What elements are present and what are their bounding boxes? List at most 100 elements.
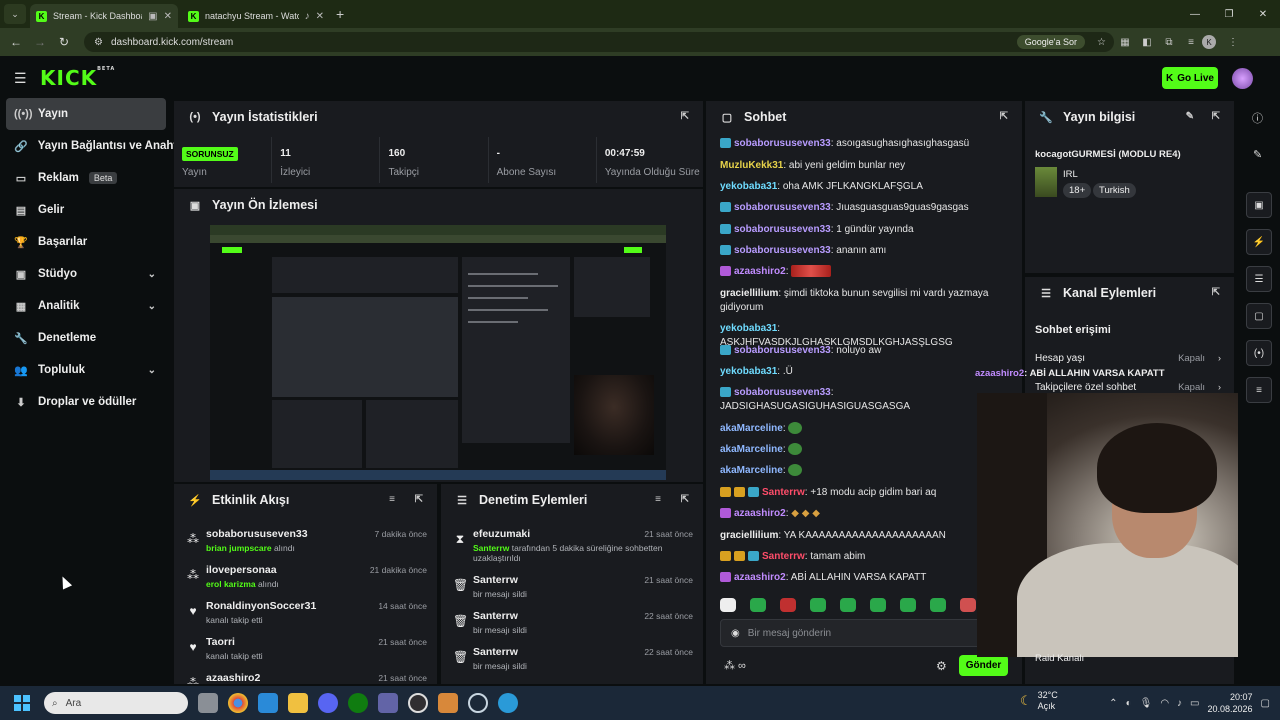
wifi-icon[interactable]: ◠ (1160, 698, 1169, 709)
sidebar-item-ads[interactable]: ▭ Reklam Beta (0, 162, 172, 194)
google-ask-button[interactable]: Google'a Sor (1016, 35, 1086, 49)
rail-chat-icon[interactable]: ▢ (1246, 303, 1272, 329)
popout-icon[interactable]: ⇱ (681, 111, 689, 122)
app-icon-3[interactable] (498, 693, 518, 713)
minimize-icon[interactable]: — (1178, 0, 1212, 28)
popout-icon[interactable]: ⇱ (1212, 287, 1220, 298)
account-age-row[interactable]: Hesap yaşı Kapalı › (1035, 353, 1221, 364)
emote-icon[interactable] (780, 598, 796, 612)
tab-audio-icon[interactable]: ♪ (305, 11, 310, 22)
chat-users-icon[interactable]: ⁂ ∞ (724, 659, 746, 672)
user-avatar[interactable] (1232, 68, 1253, 89)
weather-widget[interactable]: ☾ 32°C Açık (1020, 690, 1058, 712)
rail-broadcast-icon[interactable]: (•) (1246, 340, 1272, 366)
emote-icon[interactable] (750, 598, 766, 612)
emote-icon[interactable] (870, 598, 886, 612)
address-bar[interactable]: ⚙ dashboard.kick.com/stream Google'a Sor… (84, 32, 1114, 52)
xbox-icon[interactable] (348, 693, 368, 713)
rail-preview-icon[interactable]: ▣ (1246, 192, 1272, 218)
popout-icon[interactable]: ⇱ (415, 494, 423, 505)
profile-avatar[interactable]: K (1202, 35, 1216, 49)
chat-settings-gear-icon[interactable]: ⚙ (936, 659, 947, 673)
emoji-picker-icon[interactable]: ◉ (731, 628, 740, 639)
popout-icon[interactable]: ⇱ (1212, 111, 1220, 122)
sidebar-item-stream-key[interactable]: 🔗 Yayın Bağlantısı ve Anahtarı (0, 130, 191, 162)
category-thumbnail[interactable] (1035, 167, 1057, 197)
tab-search-icon[interactable]: ⌄ (4, 4, 26, 24)
bookmark-star-icon[interactable]: ☆ (1097, 37, 1106, 48)
media-icon[interactable]: ≡ (1180, 37, 1202, 48)
edit-pencil-icon[interactable]: ✎ (1253, 148, 1262, 161)
task-view-icon[interactable] (198, 693, 218, 713)
emote-icon[interactable] (720, 598, 736, 612)
browser-tab-dashboard[interactable]: K Stream - Kick Dashboard ▣ ✕ (30, 4, 178, 28)
emote-icon[interactable] (900, 598, 916, 612)
notification-icon[interactable]: ▢ (1261, 698, 1270, 709)
battery-icon[interactable]: ▭ (1190, 698, 1199, 709)
browser-tab-watch[interactable]: K natachyu Stream - Watch Li ♪ ✕ (182, 4, 330, 28)
sidebar-item-analytics[interactable]: ▦ Analitik ⌄ (0, 290, 172, 322)
emote-icon[interactable] (960, 598, 976, 612)
hamburger-menu-icon[interactable]: ☰ (14, 70, 27, 87)
volume-icon[interactable]: ♪ (1177, 698, 1182, 709)
discord-icon[interactable] (318, 693, 338, 713)
close-window-icon[interactable]: ✕ (1246, 0, 1280, 28)
edit-pencil-icon[interactable]: ✎ (1186, 111, 1194, 122)
tab-close-icon[interactable]: ✕ (316, 11, 324, 22)
chat-message-list[interactable]: sobaborususeven33: asoıgasughasıghasıgha… (706, 101, 1022, 591)
more-menu-icon[interactable]: ⋮ (1222, 37, 1244, 48)
emote-icon[interactable] (810, 598, 826, 612)
emote-icon: ◆ ◆ ◆ (791, 508, 820, 519)
sidebar-item-community[interactable]: 👥 Topluluk ⌄ (0, 354, 172, 386)
sidebar-item-achievements[interactable]: 🏆 Başarılar (0, 226, 172, 258)
extension-icon-2[interactable]: ◧ (1136, 37, 1158, 48)
extension-icon[interactable]: ▦ (1114, 37, 1136, 48)
chrome-icon[interactable] (228, 693, 248, 713)
tray-app-icon[interactable]: ◐ (1126, 698, 1132, 709)
sidebar-item-revenue[interactable]: ▤ Gelir (0, 194, 172, 226)
clock[interactable]: 20:07 20.08.2026 (1208, 691, 1253, 715)
popout-icon[interactable]: ⇱ (681, 494, 689, 505)
teams-icon[interactable] (378, 693, 398, 713)
preview-webcam (574, 375, 654, 455)
forward-icon[interactable]: → (28, 35, 52, 49)
sidebar-item-studio[interactable]: ▣ Stüdyo ⌄ (0, 258, 172, 290)
filter-icon[interactable]: ≡ (389, 494, 395, 505)
chat-input[interactable]: ◉ Bir mesaj gönderin (720, 619, 1010, 647)
tray-chevron-up-icon[interactable]: ⌃ (1109, 698, 1117, 709)
app-icon-2[interactable] (438, 693, 458, 713)
stream-preview-video[interactable] (210, 225, 666, 480)
kick-logo[interactable]: KICKBETA (40, 66, 115, 90)
restore-icon[interactable]: ❐ (1212, 0, 1246, 28)
rail-list-icon[interactable]: ☰ (1246, 266, 1272, 292)
steam-icon[interactable] (468, 693, 488, 713)
extensions-puzzle-icon[interactable]: ⧉ (1158, 37, 1180, 48)
new-tab-button[interactable]: + (336, 6, 344, 22)
emote-icon[interactable] (840, 598, 856, 612)
send-button[interactable]: Gönder (959, 655, 1008, 676)
rail-lightning-icon[interactable]: ⚡ (1246, 229, 1272, 255)
raid-channel-label[interactable]: Raid Kanalı (1035, 653, 1084, 664)
reload-icon[interactable]: ↻ (52, 35, 76, 49)
windows-start-icon[interactable] (14, 695, 30, 711)
emote-icon[interactable] (930, 598, 946, 612)
sidebar-item-stream[interactable]: ((•)) Yayın (6, 98, 166, 130)
tab-cast-icon[interactable]: ▣ (148, 11, 157, 22)
rail-more-icon[interactable]: ≡ (1246, 377, 1272, 403)
site-info-icon[interactable]: ⚙ (94, 37, 103, 48)
sidebar-item-moderation[interactable]: 🔧 Denetleme (0, 322, 172, 354)
filter-icon[interactable]: ≡ (655, 494, 661, 505)
followers-only-row[interactable]: Takipçilere özel sohbet Kapalı › (1035, 382, 1221, 393)
tab-close-icon[interactable]: ✕ (164, 11, 172, 22)
info-icon[interactable]: ⓘ (1252, 110, 1263, 126)
go-live-button[interactable]: K Go Live (1162, 67, 1218, 89)
taskbar-search[interactable]: ⌕ Ara (44, 692, 188, 714)
microphone-icon[interactable]: 🎙 (1140, 698, 1153, 709)
sidebar-item-drops[interactable]: ⬇ Droplar ve ödüller (0, 386, 172, 418)
obs-icon[interactable] (408, 693, 428, 713)
file-explorer-icon[interactable] (288, 693, 308, 713)
category-name[interactable]: IRL (1063, 169, 1078, 180)
app-icon[interactable] (258, 693, 278, 713)
back-icon[interactable]: ← (4, 35, 28, 49)
crown-badge-icon (734, 551, 745, 562)
